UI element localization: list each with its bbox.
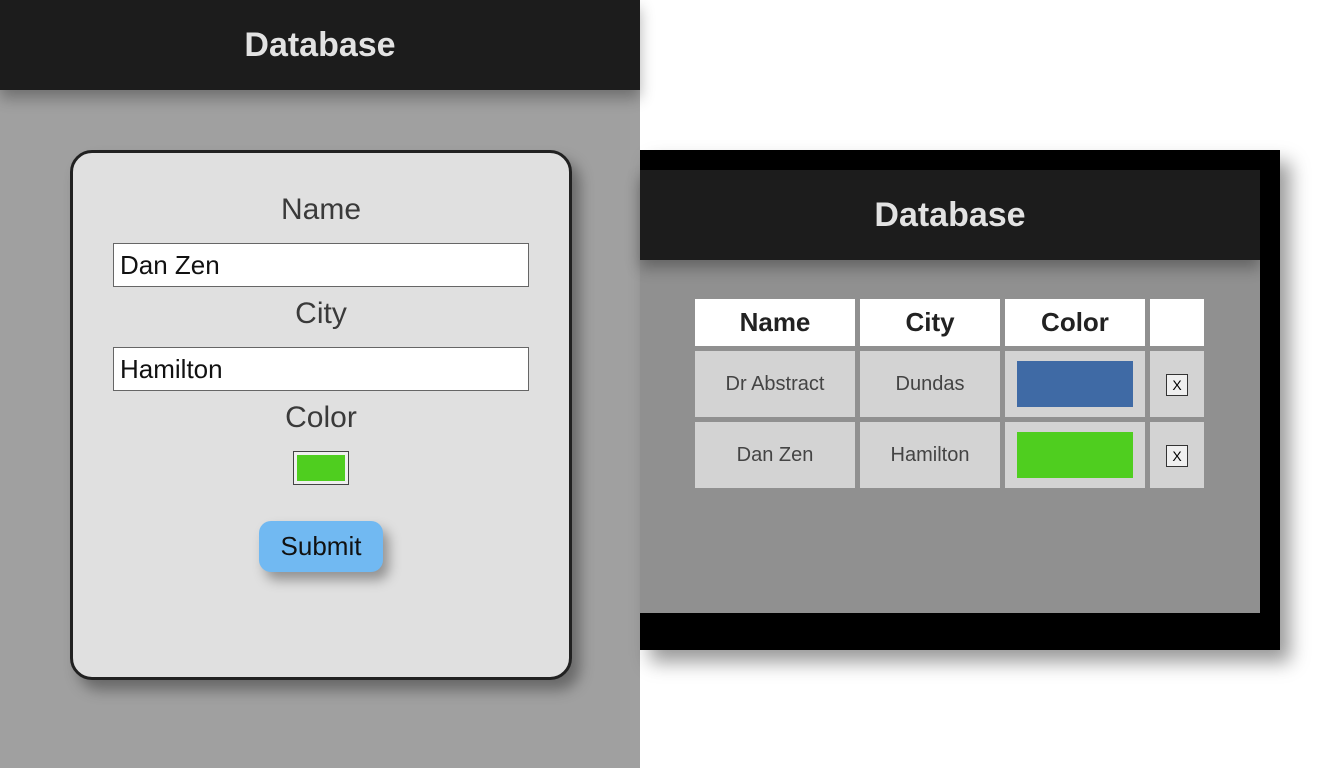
name-input[interactable] [113,243,529,287]
cell-city: Dundas [860,351,1000,417]
col-city: City [860,299,1000,346]
cell-action: X [1150,351,1204,417]
form-window: Database Name City Color Submit [0,0,640,768]
color-swatch-icon [297,455,345,481]
name-label: Name [281,193,361,227]
input-form-card: Name City Color Submit [70,150,572,680]
delete-row-button[interactable]: X [1166,374,1188,396]
submit-button[interactable]: Submit [259,521,384,572]
row-color-icon [1017,361,1133,407]
table-window: Database Name City Color Dr AbstractDund… [640,170,1260,613]
form-window-title: Database [0,0,640,90]
cell-action: X [1150,422,1204,488]
city-input[interactable] [113,347,529,391]
color-input[interactable] [293,451,349,485]
cell-color [1005,422,1145,488]
table-window-shadow: Database Name City Color Dr AbstractDund… [640,150,1280,650]
cell-name: Dr Abstract [695,351,855,417]
city-label: City [295,297,347,331]
col-action [1150,299,1204,346]
delete-row-button[interactable]: X [1166,445,1188,467]
table-row: Dan ZenHamilton X [695,422,1204,488]
row-color-icon [1017,432,1133,478]
table-body: Name City Color Dr AbstractDundasXDan Ze… [640,260,1260,613]
col-color: Color [1005,299,1145,346]
color-label: Color [285,401,357,435]
cell-color [1005,351,1145,417]
table-row: Dr AbstractDundas X [695,351,1204,417]
records-table: Name City Color Dr AbstractDundasXDan Ze… [690,294,1209,493]
cell-name: Dan Zen [695,422,855,488]
cell-city: Hamilton [860,422,1000,488]
table-window-title: Database [640,170,1260,260]
col-name: Name [695,299,855,346]
